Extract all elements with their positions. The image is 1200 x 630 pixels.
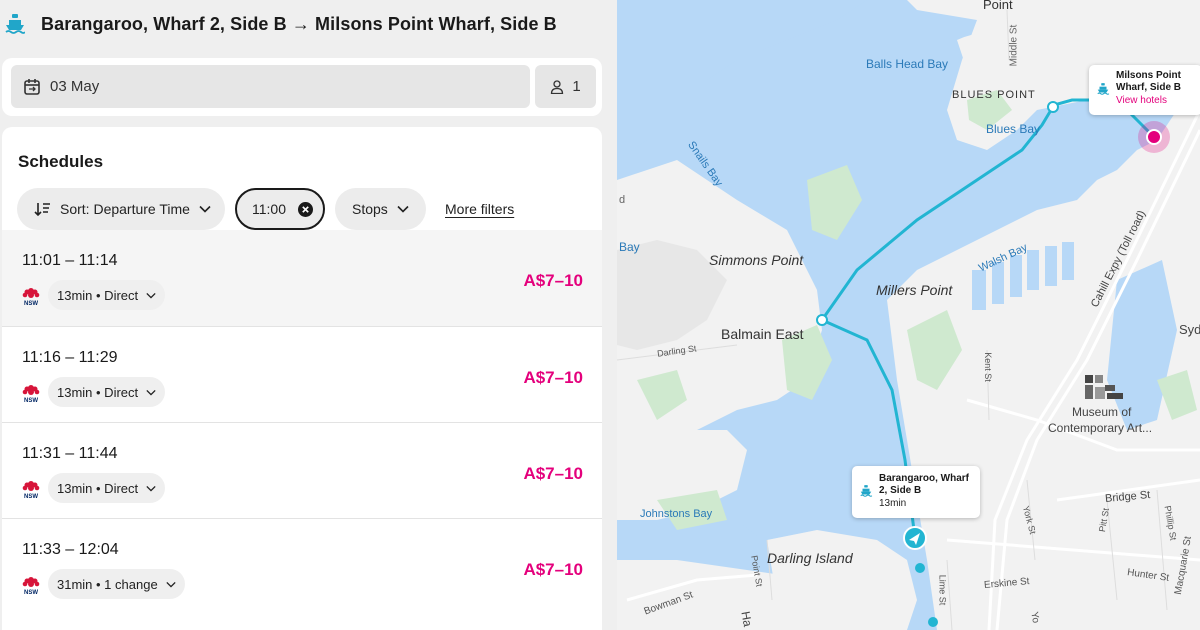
schedule-row[interactable]: 11:16 – 11:29 NSW 13min • Direct A$7–10 bbox=[2, 326, 602, 422]
ferry-icon bbox=[1097, 83, 1110, 95]
person-icon bbox=[551, 79, 564, 94]
trip-detail-toggle[interactable]: 31min • 1 change bbox=[48, 569, 185, 599]
map-label-bay: Bay bbox=[619, 240, 640, 254]
chevron-down-icon bbox=[146, 389, 156, 396]
origin-name: Barangaroo, Wharf 2, Side B bbox=[879, 473, 970, 496]
schedule-row[interactable]: 11:33 – 12:04 NSW 31min • 1 change A$7–10 bbox=[2, 518, 602, 614]
time-filter-chip[interactable]: 11:00 bbox=[235, 188, 325, 230]
nsw-logo-icon: NSW bbox=[22, 385, 40, 403]
sort-icon bbox=[34, 203, 50, 217]
nsw-logo-text: NSW bbox=[24, 398, 38, 403]
map-label-point: Point bbox=[983, 0, 1013, 12]
price-label: A$7–10 bbox=[523, 271, 583, 290]
map-label-blues-bay: Blues Bay bbox=[986, 122, 1041, 136]
calendar-icon bbox=[24, 78, 40, 95]
search-card: 03 May 1 bbox=[2, 58, 602, 116]
ferry-icon bbox=[860, 485, 873, 497]
route-map[interactable]: Point Middle St Balls Head Bay BLUES POI… bbox=[617, 0, 1200, 630]
map-label-johnstons-bay: Johnstons Bay bbox=[640, 508, 713, 520]
map-label-blues-point: BLUES POINT bbox=[952, 89, 1036, 101]
nsw-logo-text: NSW bbox=[24, 494, 38, 499]
chevron-down-icon bbox=[199, 205, 211, 213]
price-label: A$7–10 bbox=[523, 368, 583, 387]
trip-detail-toggle[interactable]: 13min • Direct bbox=[48, 377, 166, 407]
trip-detail-label: 13min • Direct bbox=[57, 480, 139, 496]
nsw-logo-icon: NSW bbox=[22, 577, 40, 595]
map-label-lime-st: Lime St bbox=[937, 574, 948, 606]
nsw-logo-icon: NSW bbox=[22, 288, 40, 306]
trip-detail-label: 13min • Direct bbox=[57, 287, 139, 303]
schedule-times: 11:31 – 11:44 bbox=[22, 445, 118, 462]
map-label-museum2: Contemporary Art... bbox=[1048, 421, 1153, 435]
clear-icon[interactable] bbox=[298, 201, 313, 217]
map-label-millers-point: Millers Point bbox=[876, 282, 953, 298]
time-filter-label: 11:00 bbox=[252, 201, 286, 217]
price-label: A$7–10 bbox=[523, 560, 583, 579]
schedule-times: 11:33 – 12:04 bbox=[22, 541, 119, 558]
trip-detail-toggle[interactable]: 13min • Direct bbox=[48, 473, 166, 503]
map-label-middle-st: Middle St bbox=[1008, 24, 1020, 67]
schedule-row[interactable]: 11:31 – 11:44 NSW 13min • Direct A$7–10 bbox=[2, 422, 602, 518]
schedule-times: 11:01 – 11:14 bbox=[22, 252, 118, 269]
map-label-ha: Ha bbox=[738, 610, 755, 628]
chevron-down-icon bbox=[397, 205, 409, 213]
trip-detail-toggle[interactable]: 13min • Direct bbox=[48, 280, 166, 310]
chevron-down-icon bbox=[146, 485, 156, 492]
map-label-simmons-point: Simmons Point bbox=[709, 252, 804, 268]
schedule-times: 11:16 – 11:29 bbox=[22, 349, 118, 366]
nsw-logo-icon: NSW bbox=[22, 481, 40, 499]
destination-name: Milsons Point Wharf, Side B bbox=[1116, 70, 1182, 93]
chevron-down-icon bbox=[146, 292, 156, 299]
nsw-logo-text: NSW bbox=[24, 590, 38, 595]
map-label-balmain-east: Balmain East bbox=[721, 326, 804, 342]
date-value: 03 May bbox=[50, 78, 100, 95]
app-root: Barangaroo, Wharf 2, Side B → Milsons Po… bbox=[0, 0, 1200, 630]
sort-button[interactable]: Sort: Departure Time bbox=[17, 188, 225, 230]
stops-label: Stops bbox=[352, 201, 388, 217]
trip-detail-label: 31min • 1 change bbox=[57, 576, 158, 592]
price-label: A$7–10 bbox=[523, 464, 583, 483]
route-header: Barangaroo, Wharf 2, Side B → Milsons Po… bbox=[0, 0, 617, 48]
passenger-count: 1 bbox=[572, 78, 581, 95]
ferry-icon bbox=[5, 14, 25, 34]
origin-callout[interactable]: Barangaroo, Wharf 2, Side B 13min bbox=[852, 466, 980, 518]
passenger-picker[interactable]: 1 bbox=[535, 65, 596, 108]
nsw-logo-text: NSW bbox=[24, 301, 38, 306]
map-label-yo: Yo bbox=[1028, 610, 1042, 625]
trip-detail-label: 13min • Direct bbox=[57, 384, 139, 400]
map-label-darling-island: Darling Island bbox=[767, 550, 853, 566]
map-label-d: d bbox=[619, 194, 626, 206]
map-label-kent-st: Kent St bbox=[982, 352, 993, 382]
map-label-balls-head-bay: Balls Head Bay bbox=[866, 57, 949, 71]
date-picker[interactable]: 03 May bbox=[11, 65, 530, 108]
map-label-museum: Museum of bbox=[1072, 405, 1132, 419]
view-hotels-link[interactable]: View hotels bbox=[1116, 94, 1200, 107]
schedule-row[interactable]: 11:01 – 11:14 NSW 13min • Direct A$7–10 bbox=[2, 230, 602, 326]
filter-bar: Sort: Departure Time 11:00 Stops More fi… bbox=[17, 188, 514, 230]
chevron-down-icon bbox=[166, 581, 176, 588]
destination-callout[interactable]: Milsons Point Wharf, Side B View hotels bbox=[1089, 65, 1200, 115]
map-label-syd: Syd bbox=[1179, 322, 1200, 337]
schedule-panel: Barangaroo, Wharf 2, Side B → Milsons Po… bbox=[0, 0, 617, 630]
route-title: Barangaroo, Wharf 2, Side B → Milsons Po… bbox=[41, 13, 557, 34]
more-filters-link[interactable]: More filters bbox=[445, 201, 514, 217]
schedules-card: Schedules Sort: Departure Time 11:00 Sto… bbox=[2, 127, 602, 630]
sort-label: Sort: Departure Time bbox=[60, 201, 190, 217]
origin-duration: 13min bbox=[879, 498, 907, 509]
stops-filter-button[interactable]: Stops bbox=[335, 188, 426, 230]
schedules-title: Schedules bbox=[18, 152, 104, 171]
